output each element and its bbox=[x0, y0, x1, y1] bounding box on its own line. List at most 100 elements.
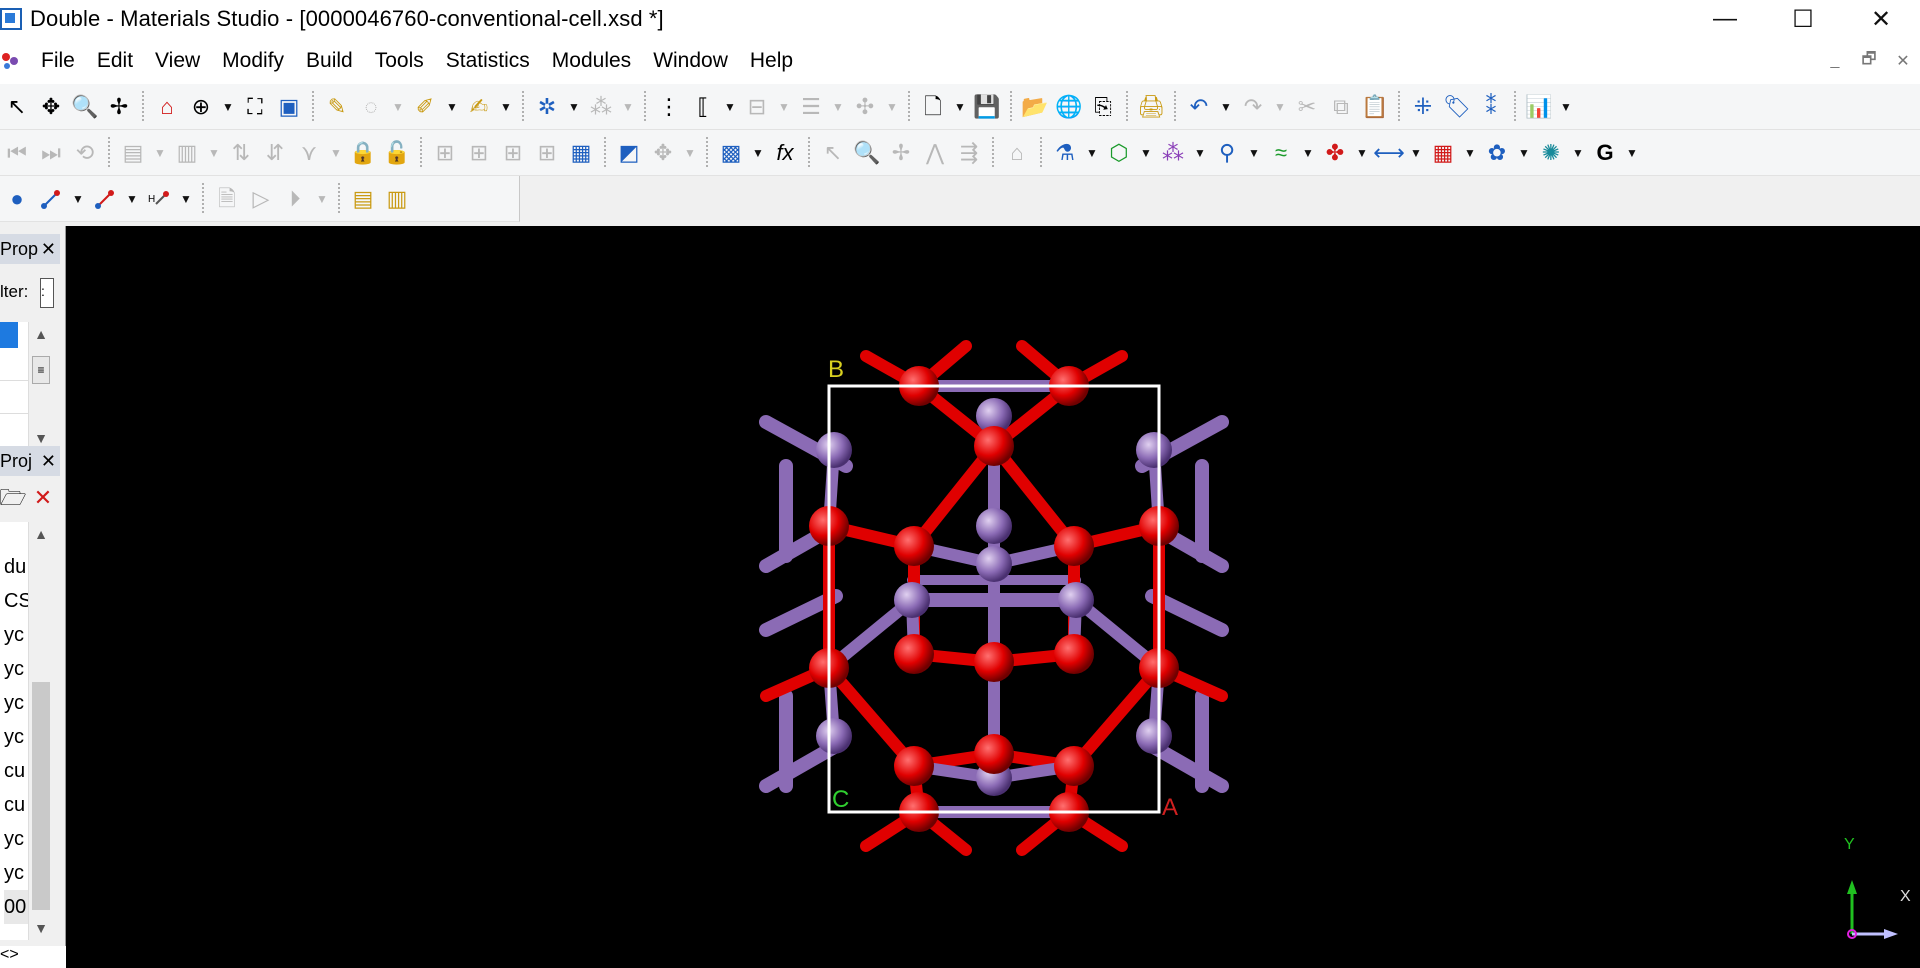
home-view-icon[interactable]: ⌂ bbox=[150, 89, 184, 125]
dropdown-arrow-icon[interactable]: ▼ bbox=[1568, 135, 1588, 171]
dropdown-arrow-icon[interactable]: ▼ bbox=[1298, 135, 1318, 171]
view-settings-icon[interactable]: ▣ bbox=[272, 89, 306, 125]
transform-icon[interactable]: ✥ bbox=[646, 135, 680, 171]
properties-close-icon[interactable]: ✕ bbox=[41, 234, 56, 264]
oxygen-atom[interactable] bbox=[894, 526, 934, 566]
menu-help[interactable]: Help bbox=[739, 38, 804, 84]
menu-edit[interactable]: Edit bbox=[86, 38, 144, 84]
sketch-fragment-icon[interactable]: ✐ bbox=[408, 89, 442, 125]
metal-atom[interactable] bbox=[816, 718, 852, 754]
dropdown-arrow-icon[interactable]: ▼ bbox=[1270, 89, 1290, 125]
sorption-module-icon[interactable]: ✤ bbox=[1318, 135, 1352, 171]
fit-to-screen-icon[interactable]: ⛶ bbox=[238, 89, 272, 125]
dropdown-arrow-icon[interactable]: ▼ bbox=[496, 89, 516, 125]
chart-pan-icon[interactable]: ✢ bbox=[884, 135, 918, 171]
link-icon[interactable]: ⟲ bbox=[68, 135, 102, 171]
maximize-button[interactable]: ☐ bbox=[1764, 0, 1842, 38]
delete-icon[interactable]: ✕ bbox=[30, 480, 56, 516]
sketch-ring-icon[interactable]: ◌ bbox=[354, 89, 388, 125]
cut-icon[interactable]: ✂ bbox=[1290, 89, 1324, 125]
metal-atom[interactable] bbox=[976, 546, 1012, 582]
dropdown-arrow-icon[interactable]: ▼ bbox=[748, 135, 768, 171]
lock-icon[interactable]: 🔒 bbox=[346, 135, 380, 171]
dropdown-arrow-icon[interactable]: ▼ bbox=[950, 89, 970, 125]
reflex-module-icon[interactable]: ⟷ bbox=[1372, 135, 1406, 171]
sort-ascending-icon[interactable]: ⇅ bbox=[224, 135, 258, 171]
import-structure-icon[interactable]: ◩ bbox=[612, 135, 646, 171]
dropdown-arrow-icon[interactable]: ▼ bbox=[1244, 135, 1264, 171]
crystal-lattice-icon[interactable]: ⋮ bbox=[652, 89, 686, 125]
crystal-structure-render[interactable] bbox=[66, 226, 1920, 968]
run-options-icon[interactable]: ⏵ bbox=[278, 181, 312, 217]
menu-tools[interactable]: Tools bbox=[364, 38, 435, 84]
metal-atom[interactable] bbox=[1136, 432, 1172, 468]
select-pointer-icon[interactable]: ↖ bbox=[0, 89, 34, 125]
last-frame-icon[interactable]: ⏭ bbox=[34, 135, 68, 171]
oxygen-atom[interactable] bbox=[1054, 634, 1094, 674]
forcite-module-icon[interactable]: ⁂ bbox=[1156, 135, 1190, 171]
menu-file[interactable]: File bbox=[30, 38, 86, 84]
scroll-up-icon[interactable]: ▲ bbox=[29, 522, 53, 546]
first-frame-icon[interactable]: ⏮ bbox=[0, 135, 34, 171]
recalc-bonds-icon[interactable]: ⁂ bbox=[584, 89, 618, 125]
zoom-icon[interactable]: 🔍 bbox=[68, 89, 102, 125]
merge-cell-icon[interactable]: ⊞ bbox=[530, 135, 564, 171]
atom-selection-icon[interactable]: ⁜ bbox=[1406, 89, 1440, 125]
gaussian-module-icon[interactable]: G bbox=[1588, 135, 1622, 171]
properties-row[interactable] bbox=[0, 348, 28, 381]
menu-modules[interactable]: Modules bbox=[541, 38, 642, 84]
oxygen-atom[interactable] bbox=[974, 426, 1014, 466]
properties-list[interactable] bbox=[0, 322, 28, 450]
minimize-button[interactable]: — bbox=[1686, 0, 1764, 38]
dropdown-arrow-icon[interactable]: ▼ bbox=[1082, 135, 1102, 171]
properties-scrollbar[interactable]: ▲ ≡ ▼ bbox=[28, 322, 53, 450]
dropdown-arrow-icon[interactable]: ▼ bbox=[774, 89, 794, 125]
undo-icon[interactable]: ↶ bbox=[1182, 89, 1216, 125]
dropdown-arrow-icon[interactable]: ▼ bbox=[1136, 135, 1156, 171]
stack-back-icon[interactable]: ▤ bbox=[346, 181, 380, 217]
stack-front-icon[interactable]: ▥ bbox=[380, 181, 414, 217]
dropdown-arrow-icon[interactable]: ▼ bbox=[218, 89, 238, 125]
table-settings-icon[interactable]: ▦ bbox=[564, 135, 598, 171]
run-icon[interactable]: ▷ bbox=[244, 181, 278, 217]
unlock-icon[interactable]: 🔓 bbox=[380, 135, 414, 171]
metal-atom[interactable] bbox=[1058, 582, 1094, 618]
translate-icon[interactable]: ✢ bbox=[102, 89, 136, 125]
metal-atom[interactable] bbox=[976, 508, 1012, 544]
save-icon[interactable]: 💾 bbox=[970, 89, 1004, 125]
properties-selected-row[interactable] bbox=[0, 322, 18, 348]
filter-icon[interactable]: ⋎ bbox=[292, 135, 326, 171]
metal-atom[interactable] bbox=[1136, 718, 1172, 754]
dropdown-arrow-icon[interactable]: ▼ bbox=[564, 89, 584, 125]
center-view-icon[interactable]: ⊕ bbox=[184, 89, 218, 125]
menu-build[interactable]: Build bbox=[295, 38, 364, 84]
horizontal-scroll-arrows[interactable]: <> bbox=[0, 946, 66, 968]
castep-module-icon[interactable]: ⬡ bbox=[1102, 135, 1136, 171]
rotate-icon[interactable]: ✥ bbox=[34, 89, 68, 125]
dropdown-arrow-icon[interactable]: ▼ bbox=[720, 89, 740, 125]
amorphous-cell-icon[interactable]: ✺ bbox=[1534, 135, 1568, 171]
project-scrollbar[interactable]: ▲ ▼ bbox=[28, 522, 53, 940]
scroll-down-icon[interactable]: ▼ bbox=[29, 916, 53, 940]
bracket-icon[interactable]: ⟦ bbox=[686, 89, 720, 125]
dropdown-arrow-icon[interactable]: ▼ bbox=[122, 181, 142, 217]
display-style-icon[interactable]: ⁑ bbox=[1474, 89, 1508, 125]
scroll-up-icon[interactable]: ▲ bbox=[29, 322, 53, 346]
print-icon[interactable]: 🖨 bbox=[1134, 89, 1168, 125]
dropdown-arrow-icon[interactable]: ▼ bbox=[882, 89, 902, 125]
label-icon[interactable]: 🏷 bbox=[1440, 89, 1474, 125]
add-atom-icon[interactable]: ● bbox=[0, 181, 34, 217]
menu-view[interactable]: View bbox=[144, 38, 211, 84]
scroll-thumb[interactable]: ≡ bbox=[32, 356, 50, 384]
dropdown-arrow-icon[interactable]: ▼ bbox=[828, 89, 848, 125]
split-cell-icon[interactable]: ⊞ bbox=[496, 135, 530, 171]
dropdown-arrow-icon[interactable]: ▼ bbox=[326, 135, 346, 171]
dropdown-arrow-icon[interactable]: ▼ bbox=[1352, 135, 1372, 171]
document-icon[interactable] bbox=[0, 51, 20, 71]
dropdown-arrow-icon[interactable]: ▼ bbox=[442, 89, 462, 125]
dropdown-arrow-icon[interactable]: ▼ bbox=[312, 181, 332, 217]
dropdown-arrow-icon[interactable]: ▼ bbox=[388, 89, 408, 125]
dropdown-arrow-icon[interactable]: ▼ bbox=[1406, 135, 1426, 171]
metal-atom[interactable] bbox=[816, 432, 852, 468]
sketch-chain-icon[interactable]: ✍ bbox=[462, 89, 496, 125]
